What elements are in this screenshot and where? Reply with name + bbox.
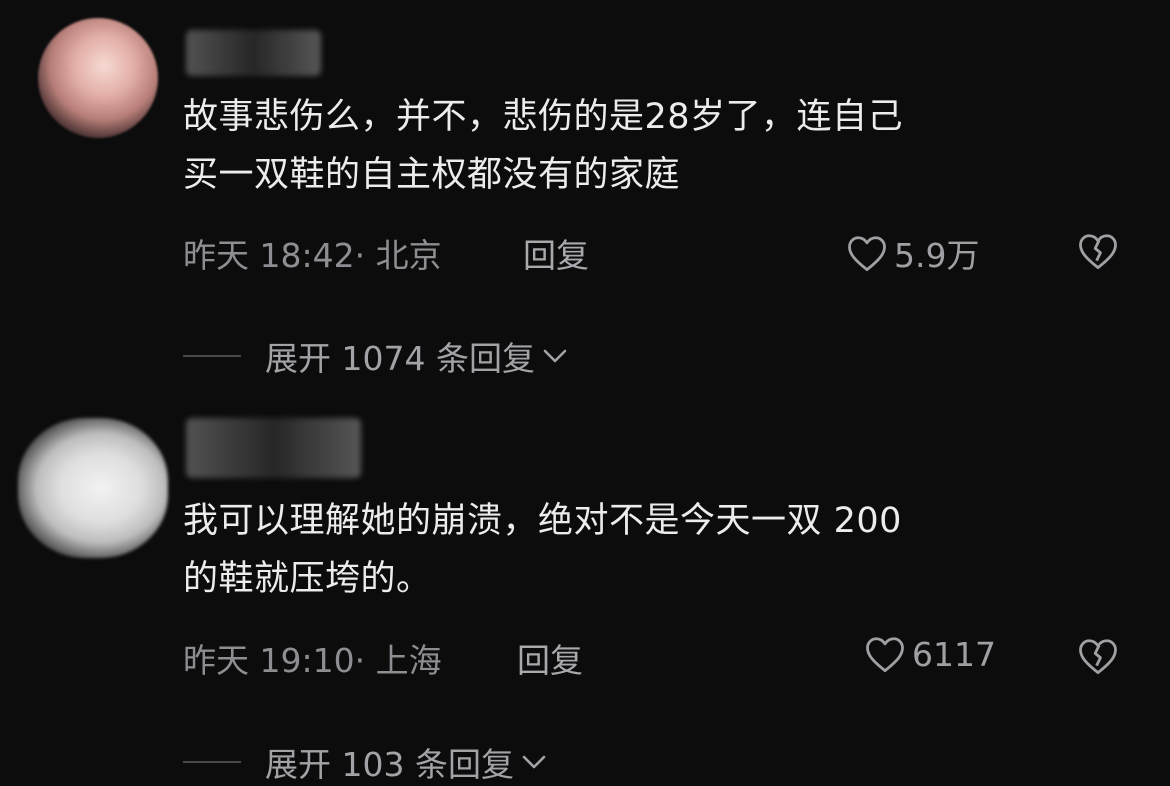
avatar[interactable] <box>38 18 158 138</box>
comment-time-location: 昨天 18:42· 北京 <box>183 236 442 275</box>
dislike-button[interactable] <box>1077 231 1119 275</box>
broken-heart-icon <box>1079 234 1117 270</box>
like-count: 6117 <box>912 634 996 674</box>
chevron-down-icon <box>543 349 567 363</box>
comment-time-location: 昨天 19:10· 上海 <box>183 641 442 680</box>
divider-line <box>183 355 241 357</box>
broken-heart-icon <box>1079 639 1117 675</box>
like-button[interactable]: 5.9万 <box>846 229 979 277</box>
comment-text-line: 故事悲伤么，并不，悲伤的是28岁了，连自己 <box>183 97 904 137</box>
heart-outline-icon <box>848 236 886 272</box>
like-count: 5.9万 <box>894 236 980 275</box>
avatar[interactable] <box>18 418 168 558</box>
reply-button[interactable]: 回复 <box>523 229 589 277</box>
username-blurred[interactable] <box>186 30 321 76</box>
dislike-button[interactable] <box>1077 636 1119 680</box>
expand-replies-label: 展开 1074 条回复 <box>265 339 535 378</box>
reply-button[interactable]: 回复 <box>517 634 583 682</box>
like-button[interactable]: 6117 <box>864 634 996 674</box>
divider-line <box>183 761 241 763</box>
expand-replies-button[interactable]: 展开 1074 条回复 <box>183 332 569 380</box>
heart-outline-icon <box>866 637 904 673</box>
username-blurred[interactable] <box>186 418 361 478</box>
chevron-down-icon <box>522 755 546 769</box>
comment-text-line: 买一双鞋的自主权都没有的家庭 <box>183 155 681 195</box>
comment-text-line: 我可以理解她的崩溃，绝对不是今天一双 200 <box>183 501 902 541</box>
comment-text-line: 的鞋就压垮的。 <box>183 559 432 599</box>
